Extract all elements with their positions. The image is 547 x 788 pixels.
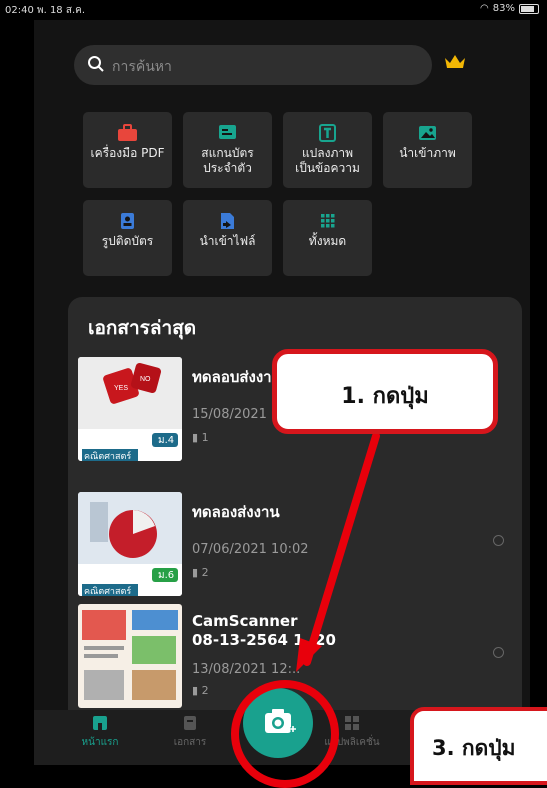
annotation-step-1: 1. กดปุ่ม xyxy=(272,349,498,434)
annotation-step-3: 3. กดปุ่ม xyxy=(410,707,547,785)
